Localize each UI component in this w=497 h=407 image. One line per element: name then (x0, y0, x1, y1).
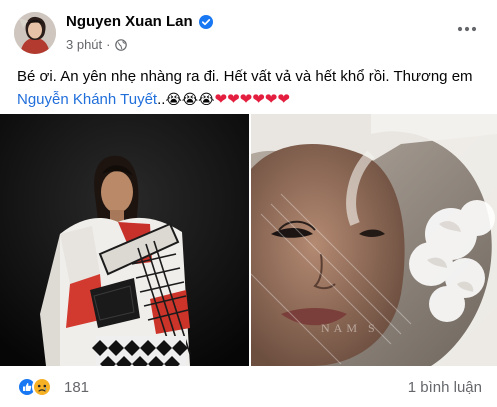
mention-link[interactable]: Nguyễn Khánh Tuyết (17, 91, 157, 108)
photo-right-image: NAM S (251, 114, 497, 366)
author-avatar[interactable] (14, 12, 56, 54)
post-meta: 3 phút · (66, 37, 127, 52)
verified-icon (198, 14, 213, 29)
reactions-bar: 181 1 bình luận (0, 366, 497, 407)
photo-right-watermark: NAM S (321, 321, 379, 335)
photo-left-image (0, 114, 249, 366)
heart-emojis: ❤❤❤❤❤❤ (214, 90, 290, 108)
post-time[interactable]: 3 phút (66, 37, 102, 52)
author-row: Nguyen Xuan Lan (66, 13, 213, 30)
avatar-image (14, 12, 56, 54)
comment-count[interactable]: 1 bình luận (408, 379, 482, 396)
photo-left[interactable] (0, 114, 249, 366)
photo-right[interactable]: NAM S (251, 114, 497, 366)
sad-reaction-icon (32, 377, 52, 397)
post-text-line-2: Nguyễn Khánh Tuyết..😭😭😭❤❤❤❤❤❤ (17, 88, 487, 111)
more-options-button[interactable] (454, 20, 480, 38)
post-header: Nguyen Xuan Lan 3 phút · (0, 0, 497, 60)
meta-separator: · (106, 37, 111, 52)
globe-icon[interactable] (114, 38, 127, 51)
post-media: NAM S (0, 114, 497, 366)
more-options-icon (457, 26, 477, 32)
post-text-line-1: Bé ơi. An yên nhẹ nhàng ra đi. Hết vất v… (17, 68, 473, 85)
reaction-count[interactable]: 181 (64, 379, 89, 396)
reaction-icons[interactable] (17, 377, 57, 397)
crying-emojis: 😭😭😭 (165, 92, 215, 108)
author-name[interactable]: Nguyen Xuan Lan (66, 13, 193, 30)
post-text: Bé ơi. An yên nhẹ nhàng ra đi. Hết vất v… (17, 66, 487, 111)
